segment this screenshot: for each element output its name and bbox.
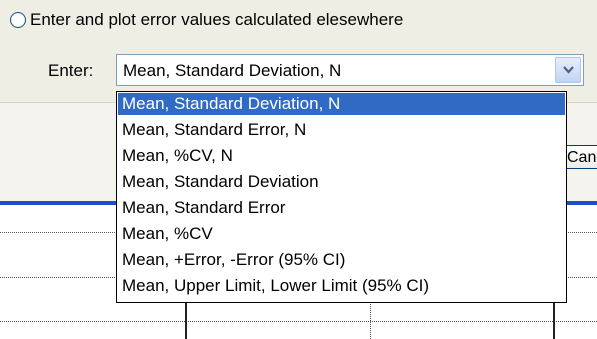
- chevron-down-icon: [563, 66, 574, 74]
- option-mean-cv[interactable]: Mean, %CV: [118, 223, 565, 245]
- option-mean-se-n[interactable]: Mean, Standard Error, N: [118, 119, 565, 141]
- radio-button[interactable]: [10, 12, 26, 28]
- option-mean-upper-lower-limit[interactable]: Mean, Upper Limit, Lower Limit (95% CI): [118, 275, 565, 297]
- grid-row-line: [0, 321, 597, 322]
- enter-label: Enter:: [48, 61, 94, 80]
- select-value: Mean, Standard Deviation, N: [123, 61, 342, 80]
- option-mean-se[interactable]: Mean, Standard Error: [118, 197, 565, 219]
- format-dropdown-list: Mean, Standard Deviation, N Mean, Standa…: [116, 91, 567, 303]
- dropdown-toggle-button[interactable]: [555, 57, 581, 83]
- enter-format-select[interactable]: Mean, Standard Deviation, N: [116, 54, 584, 86]
- option-mean-plus-minus-error[interactable]: Mean, +Error, -Error (95% CI): [118, 249, 565, 271]
- dialog-panel: Enter and plot error values calculated e…: [0, 0, 597, 102]
- option-mean-sd-n[interactable]: Mean, Standard Deviation, N: [118, 93, 565, 115]
- radio-label: Enter and plot error values calculated e…: [30, 10, 404, 29]
- option-mean-cv-n[interactable]: Mean, %CV, N: [118, 145, 565, 167]
- option-mean-sd[interactable]: Mean, Standard Deviation: [118, 171, 565, 193]
- plot-elsewhere-option[interactable]: Enter and plot error values calculated e…: [10, 8, 403, 32]
